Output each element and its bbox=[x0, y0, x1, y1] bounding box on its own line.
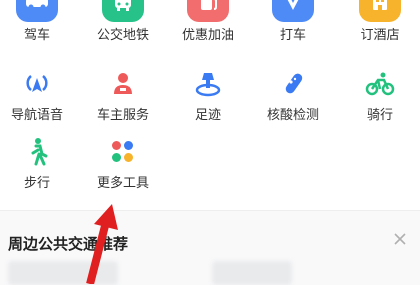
nearby-transit-section: 周边公共交通推荐 bbox=[0, 210, 420, 285]
tools-grid: 驾车 公交地铁 优惠加油 打车 订酒店 导航语音 车主服务 足迹 核酸检测 骑行… bbox=[0, 0, 420, 200]
blurred-transit-card bbox=[212, 261, 292, 285]
tool-nucleic-test[interactable]: 核酸检测 bbox=[253, 66, 333, 123]
driver-icon bbox=[102, 66, 144, 102]
tool-label: 导航语音 bbox=[10, 108, 63, 123]
tool-label: 更多工具 bbox=[96, 176, 149, 191]
tool-drive[interactable]: 驾车 bbox=[0, 0, 77, 43]
walking-icon bbox=[16, 134, 58, 170]
tool-label: 骑行 bbox=[366, 108, 393, 123]
voice-signal-icon bbox=[16, 66, 58, 102]
tool-label: 优惠加油 bbox=[181, 28, 234, 43]
bicycle-icon bbox=[359, 66, 401, 102]
tool-label: 足迹 bbox=[194, 108, 221, 123]
tool-gas-discount[interactable]: 优惠加油 bbox=[168, 0, 248, 43]
tool-walking[interactable]: 步行 bbox=[0, 134, 77, 191]
tool-taxi[interactable]: 打车 bbox=[253, 0, 333, 43]
tool-label: 驾车 bbox=[23, 28, 50, 43]
tool-label: 打车 bbox=[279, 28, 306, 43]
more-tools-icon bbox=[102, 134, 144, 170]
footprint-icon bbox=[187, 66, 229, 102]
bus-icon bbox=[102, 0, 144, 22]
tool-hotel[interactable]: 订酒店 bbox=[340, 0, 420, 43]
tool-bus-metro[interactable]: 公交地铁 bbox=[83, 0, 163, 43]
tool-label: 订酒店 bbox=[360, 28, 400, 43]
close-icon[interactable] bbox=[392, 231, 408, 247]
tool-more-tools[interactable]: 更多工具 bbox=[83, 134, 163, 191]
taxi-icon bbox=[272, 0, 314, 22]
hotel-icon bbox=[359, 0, 401, 22]
tool-label: 公交地铁 bbox=[96, 28, 149, 43]
tool-cycling[interactable]: 骑行 bbox=[340, 66, 420, 123]
tool-label: 核酸检测 bbox=[266, 108, 319, 123]
tool-nav-voice[interactable]: 导航语音 bbox=[0, 66, 77, 123]
tool-footprint[interactable]: 足迹 bbox=[168, 66, 248, 123]
tool-label: 车主服务 bbox=[96, 108, 149, 123]
red-arrow-icon bbox=[86, 204, 118, 284]
tool-label: 步行 bbox=[23, 176, 50, 191]
gas-station-icon bbox=[187, 0, 229, 22]
car-icon bbox=[16, 0, 58, 22]
test-tube-icon bbox=[272, 66, 314, 102]
tool-owner-service[interactable]: 车主服务 bbox=[83, 66, 163, 123]
